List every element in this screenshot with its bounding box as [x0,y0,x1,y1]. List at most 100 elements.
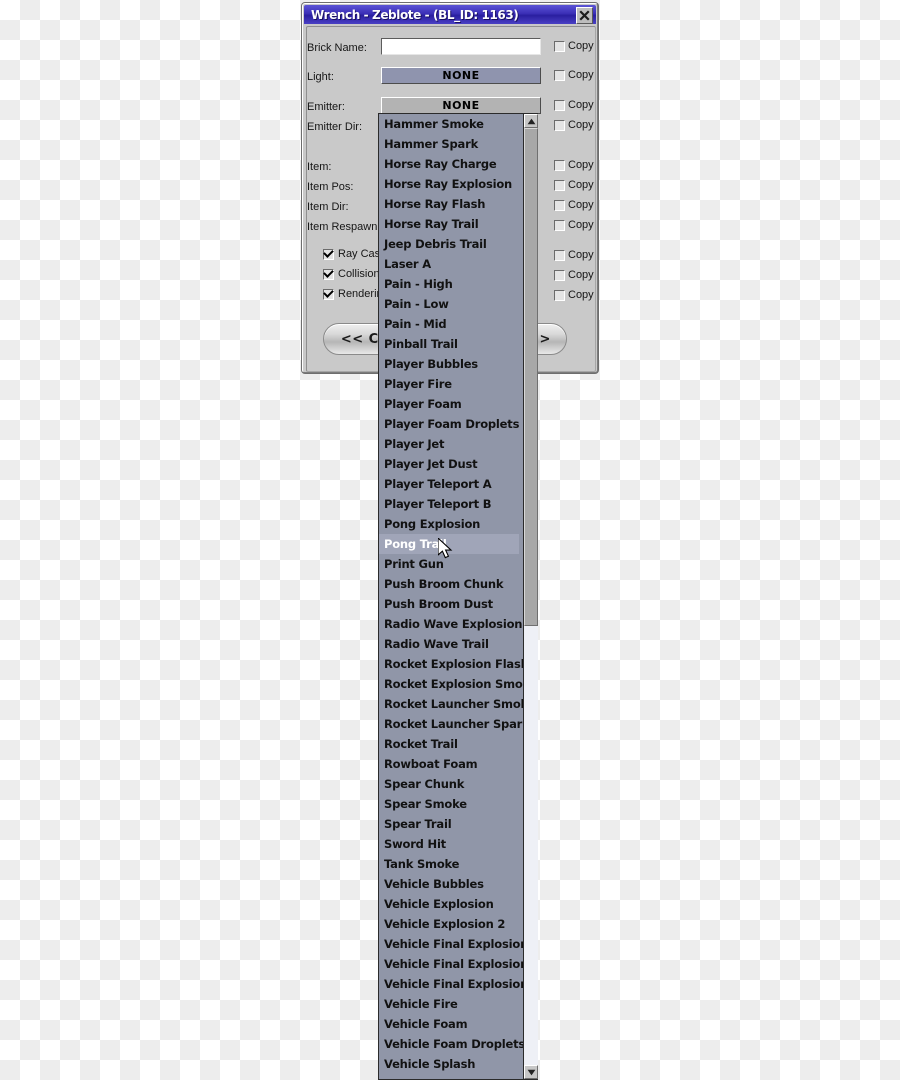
dropdown-option[interactable]: Horse Ray Trail [379,214,519,234]
dropdown-option[interactable]: Push Broom Dust [379,594,519,614]
emitter-dropdown[interactable]: NONE [381,97,541,114]
toggle-collision[interactable]: Collision [323,268,380,280]
label-item-dir: Item Dir: [307,201,349,213]
dropdown-option[interactable]: Rocket Launcher Spark [379,714,530,734]
copy-checkbox[interactable] [554,119,565,131]
close-icon[interactable] [576,7,593,24]
dropdown-option[interactable]: Spear Smoke [379,794,519,814]
dropdown-option[interactable]: Player Foam Droplets [379,414,519,434]
dropdown-option[interactable]: Vehicle Final Explosion 2 [379,954,538,974]
scroll-up-icon[interactable] [524,114,538,128]
dropdown-option[interactable]: Vehicle Fire [379,994,519,1014]
copy-ray-casting[interactable]: Copy [554,249,594,261]
dropdown-option[interactable]: Pain - Mid [379,314,519,334]
copy-label: Copy [568,119,594,131]
dropdown-option[interactable]: Jeep Debris Trail [379,234,519,254]
dropdown-option[interactable]: Player Fire [379,374,519,394]
copy-emitter[interactable]: Copy [554,99,594,111]
dropdown-option[interactable]: Print Gun [379,554,519,574]
dropdown-option[interactable]: Hammer Smoke [379,114,519,134]
copy-checkbox[interactable] [554,249,565,261]
dropdown-option[interactable]: Player Foam [379,394,519,414]
copy-checkbox[interactable] [554,179,565,191]
dropdown-option[interactable]: Horse Ray Explosion [379,174,519,194]
dropdown-option[interactable]: Sword Hit [379,834,519,854]
copy-label: Copy [568,40,594,52]
dropdown-option[interactable]: Vehicle Final Explosion 3 [379,974,538,994]
triangle-down-glyph [527,1069,535,1075]
copy-item-pos[interactable]: Copy [554,179,594,191]
copy-checkbox[interactable] [554,99,565,111]
emitter-dropdown-list[interactable]: Hammer Smoke Hammer Spark Horse Ray Charge… [378,113,538,1080]
triangle-up-glyph [527,118,535,124]
copy-collision[interactable]: Copy [554,269,594,281]
rendering-checkbox[interactable] [323,288,334,300]
label-brick-name: Brick Name: [307,42,367,54]
collision-checkbox[interactable] [323,268,334,280]
copy-emitter-dir[interactable]: Copy [554,119,594,131]
copy-light[interactable]: Copy [554,69,594,81]
dropdown-option[interactable]: Player Jet Dust [379,454,519,474]
copy-item-respawn[interactable]: Copy [554,219,594,231]
label-item: Item: [307,161,332,173]
dropdown-option[interactable]: Rocket Explosion Flash [379,654,529,674]
dialog-title: Wrench - Zeblote - (BL_ID: 1163) [311,7,519,22]
close-x-glyph [579,10,590,21]
copy-checkbox[interactable] [554,69,565,81]
dropdown-option[interactable]: Vehicle Bubbles [379,874,519,894]
dropdown-option[interactable]: Vehicle Final Explosion 1 [379,934,538,954]
scrollbar-track[interactable] [524,128,538,1065]
dropdown-option[interactable]: Spear Trail [379,814,519,834]
light-dropdown[interactable]: NONE [381,67,541,84]
scroll-down-icon[interactable] [524,1065,538,1079]
dropdown-scrollbar[interactable] [523,114,538,1079]
copy-item[interactable]: Copy [554,159,594,171]
copy-label: Copy [568,269,594,281]
copy-checkbox[interactable] [554,40,565,52]
dropdown-option[interactable]: Push Broom Chunk [379,574,519,594]
dropdown-option[interactable]: Spear Chunk [379,774,519,794]
copy-checkbox[interactable] [554,269,565,281]
dropdown-option[interactable]: Player Teleport B [379,494,519,514]
copy-checkbox[interactable] [554,159,565,171]
dropdown-option[interactable]: Vehicle Explosion 2 [379,914,519,934]
dropdown-option[interactable]: Rowboat Foam [379,754,519,774]
dialog-titlebar[interactable]: Wrench - Zeblote - (BL_ID: 1163) [304,5,596,24]
dropdown-option[interactable]: Vehicle Splash [379,1054,519,1074]
copy-rendering[interactable]: Copy [554,289,594,301]
dropdown-option[interactable]: Rocket Trail [379,734,519,754]
dropdown-option[interactable]: Player Bubbles [379,354,519,374]
label-emitter: Emitter: [307,101,345,113]
dropdown-option[interactable]: Player Jet [379,434,519,454]
copy-checkbox[interactable] [554,219,565,231]
dropdown-option[interactable]: Rocket Explosion Smoke [379,674,538,694]
copy-checkbox[interactable] [554,289,565,301]
dropdown-option[interactable]: Vehicle Foam Droplets [379,1034,525,1054]
scrollbar-thumb[interactable] [524,128,538,626]
dropdown-option[interactable]: Laser A [379,254,519,274]
copy-checkbox[interactable] [554,199,565,211]
dropdown-option[interactable]: Player Teleport A [379,474,519,494]
dropdown-option[interactable]: Vehicle Explosion [379,894,519,914]
dropdown-option[interactable]: Horse Ray Flash [379,194,519,214]
copy-item-dir[interactable]: Copy [554,199,594,211]
ray-casting-checkbox[interactable] [323,248,334,260]
dropdown-option[interactable]: Tank Smoke [379,854,519,874]
dropdown-option[interactable]: Pong Explosion [379,514,519,534]
dropdown-option[interactable]: Pain - Low [379,294,519,314]
dropdown-option[interactable]: Vehicle Foam [379,1014,519,1034]
dropdown-option[interactable]: Horse Ray Charge [379,154,519,174]
dropdown-option[interactable]: Pinball Trail [379,334,519,354]
dropdown-option[interactable]: Pain - High [379,274,519,294]
label-item-pos: Item Pos: [307,181,354,193]
dropdown-option[interactable]: Hammer Spark [379,134,519,154]
copy-brick-name[interactable]: Copy [554,40,594,52]
dropdown-option[interactable]: Radio Wave Explosion [379,614,522,634]
copy-label: Copy [568,249,594,261]
dropdown-option-selected[interactable]: Pong Trail [379,534,519,554]
brick-name-input[interactable] [381,38,541,55]
dropdown-option[interactable]: Rocket Launcher Smoke [379,694,535,714]
dropdown-option[interactable]: Radio Wave Trail [379,634,519,654]
toggle-label: Collision [338,268,380,280]
dropdown-option-container: Hammer Smoke Hammer Spark Horse Ray Charge… [379,114,538,1074]
